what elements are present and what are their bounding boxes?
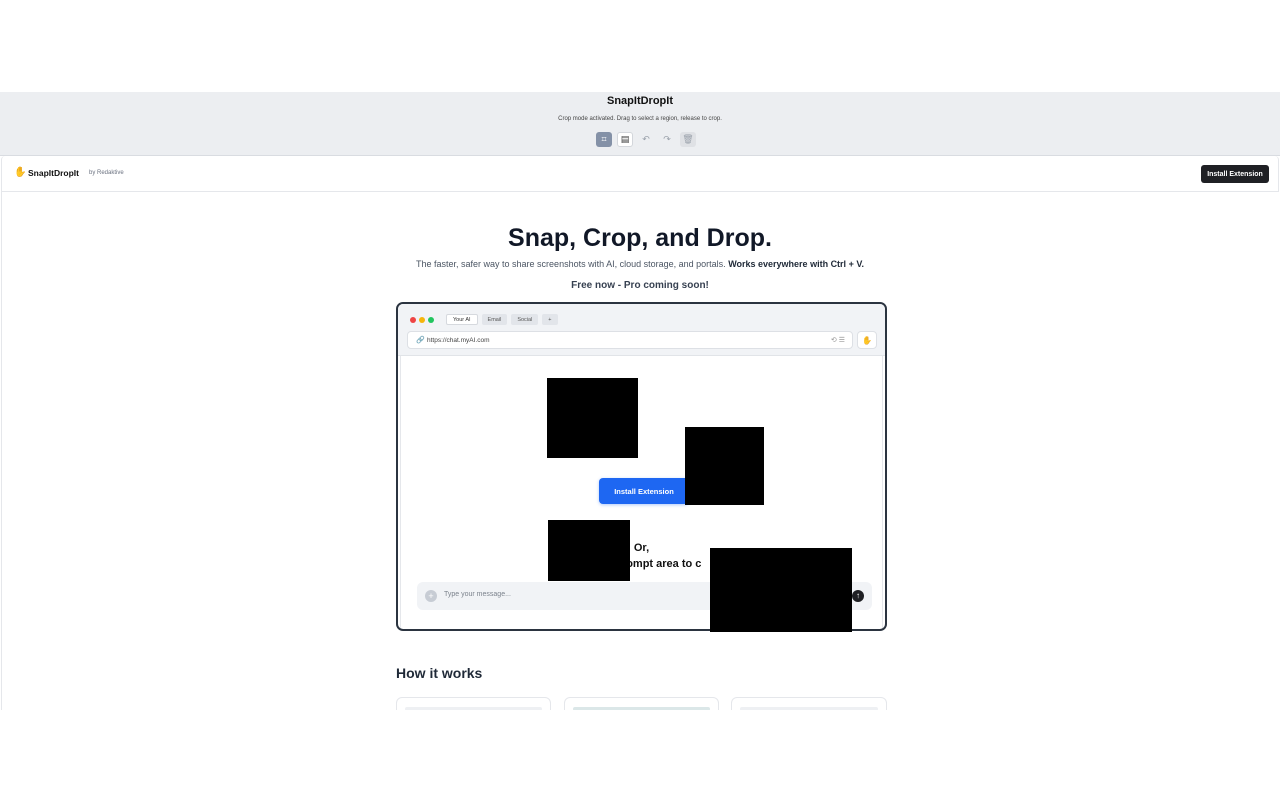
- address-bar[interactable]: 🔗 https://chat.myAI.com ⟲ ☰: [407, 331, 853, 349]
- crop-icon[interactable]: ⌗: [596, 132, 612, 147]
- redo-icon[interactable]: ↷: [659, 132, 675, 147]
- page-frame: SnapItDropIt Crop mode activated. Drag t…: [0, 92, 1280, 710]
- tab-email[interactable]: Email: [481, 314, 508, 325]
- attach-plus-icon[interactable]: +: [425, 590, 437, 602]
- trash-icon[interactable]: 🗑: [680, 132, 696, 147]
- card-image-placeholder: [573, 707, 710, 710]
- demo-install-extension-button[interactable]: Install Extension: [599, 478, 689, 504]
- new-tab-button[interactable]: +: [542, 314, 558, 325]
- send-icon[interactable]: ↑: [852, 590, 864, 602]
- maximize-dot: [428, 317, 434, 323]
- how-it-works-card: [396, 697, 551, 710]
- minimize-dot: [419, 317, 425, 323]
- how-it-works-card: [731, 697, 887, 710]
- prompt-placeholder[interactable]: Type your message...: [444, 591, 511, 598]
- card-image-placeholder: [405, 707, 542, 710]
- address-url: https://chat.myAI.com: [427, 337, 490, 344]
- link-icon: 🔗: [416, 337, 425, 344]
- window-controls: [410, 317, 434, 323]
- nav-install-extension-button[interactable]: Install Extension: [1201, 165, 1269, 183]
- hero-title: Snap, Crop, and Drop.: [508, 224, 772, 252]
- crop-tools: ⌗ ▤ ↶ ↷ 🗑: [596, 132, 696, 147]
- extension-hand-icon[interactable]: ✋: [857, 331, 877, 349]
- close-dot: [410, 317, 416, 323]
- how-it-works-heading: How it works: [396, 665, 483, 681]
- crop-toolbar-title: SnapItDropIt: [607, 95, 673, 107]
- tab-your-ai[interactable]: Your AI: [446, 314, 478, 325]
- site-nav: ✋ SnapItDropIt by Redaktive Install Exte…: [1, 156, 1279, 192]
- left-border: [1, 192, 2, 710]
- hero-subtitle-bold: Works everywhere with Ctrl + V.: [728, 259, 864, 269]
- hero-pricing-note: Free now - Pro coming soon!: [571, 280, 709, 291]
- document-icon[interactable]: ▤: [617, 132, 633, 147]
- redaction-block: [685, 427, 764, 505]
- undo-icon[interactable]: ↶: [638, 132, 654, 147]
- redaction-block: [548, 520, 630, 581]
- redaction-block: [710, 548, 852, 632]
- hand-logo-icon: ✋: [14, 167, 27, 178]
- crop-status-message: Crop mode activated. Drag to select a re…: [558, 116, 722, 122]
- brand-name: SnapItDropIt: [28, 168, 79, 178]
- hero-subtitle-text: The faster, safer way to share screensho…: [416, 259, 726, 269]
- brand[interactable]: ✋ SnapItDropIt by Redaktive: [14, 167, 124, 179]
- tab-social[interactable]: Social: [511, 314, 539, 325]
- redaction-block: [547, 378, 638, 458]
- how-it-works-card: [564, 697, 719, 710]
- hero-subtitle: The faster, safer way to share screensho…: [0, 259, 1280, 269]
- card-image-placeholder: [740, 707, 878, 710]
- demo-tabs: Your AI Email Social +: [446, 314, 558, 325]
- brand-byline: by Redaktive: [89, 170, 124, 176]
- crop-toolbar: SnapItDropIt Crop mode activated. Drag t…: [0, 92, 1280, 156]
- demo-browser-chrome: Your AI Email Social + 🔗 https://chat.my…: [398, 304, 885, 356]
- address-bar-icons[interactable]: ⟲ ☰: [831, 336, 845, 344]
